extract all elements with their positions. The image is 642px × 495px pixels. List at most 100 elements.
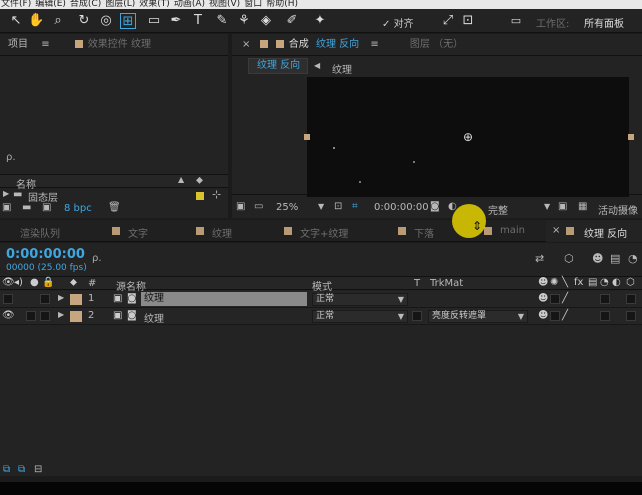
draft-3d-icon[interactable]: ⬡	[564, 252, 574, 265]
lock-column-icon[interactable]: 🔒	[42, 277, 54, 289]
flowchart-icon[interactable]: ⊹	[212, 188, 221, 201]
tab-effect-controls[interactable]: 效果控件 纹理	[88, 39, 151, 50]
collapse-switch[interactable]	[550, 311, 560, 321]
effect-switch-icon[interactable]: fx	[574, 277, 583, 289]
brush-tool-icon[interactable]: ✎	[214, 13, 230, 29]
comp-panel-menu-icon[interactable]: ≡	[370, 39, 378, 50]
3d-switch-icon[interactable]: ⬡	[626, 277, 635, 289]
blend-mode-dropdown[interactable]: 正常 ▼	[312, 310, 408, 323]
eraser-tool-icon[interactable]: ◈	[258, 13, 274, 29]
toggle-grid-icon[interactable]: ▦	[578, 201, 587, 212]
zoom-dropdown[interactable]: 25%	[276, 202, 298, 213]
layer-name-field[interactable]: 纹理	[141, 292, 307, 306]
lock-toggle[interactable]	[40, 294, 50, 304]
menu-file[interactable]: 文件(F)	[1, 0, 31, 9]
quality-switch-icon[interactable]: ╲	[562, 277, 568, 289]
toggle-switches-icon[interactable]: ⧉	[3, 464, 10, 475]
breadcrumb-active[interactable]: 纹理 反向	[248, 58, 308, 74]
timeline-timecode[interactable]: 0:00:00:00	[6, 247, 85, 262]
adjustment-switch-icon[interactable]: ◐	[612, 277, 621, 289]
3d-layer-switch[interactable]	[626, 311, 636, 321]
label-tag-icon[interactable]: ⬥	[196, 175, 203, 186]
project-item-folder[interactable]: ▶ ▬ 固态层	[0, 189, 228, 204]
layer-label-color[interactable]	[70, 294, 82, 305]
collapse-switch-icon[interactable]: ✺	[550, 277, 558, 289]
trash-icon[interactable]: 🗑	[108, 202, 121, 213]
composition-viewer[interactable]: ⊕	[307, 77, 629, 197]
tab-text-texture[interactable]: 文字+纹理	[300, 225, 348, 240]
quality-switch-icon[interactable]: ╱	[562, 310, 568, 322]
tab-fall[interactable]: 下落	[414, 225, 434, 240]
close-comp-tab-icon[interactable]: ×	[242, 39, 250, 50]
expand-triangle-icon[interactable]: ▶	[3, 189, 9, 198]
tab-composition[interactable]: 合成	[289, 39, 309, 50]
layer-row[interactable]: ▶ 1 ▣ ◙ 纹理 正常 ▼ ☻ ╱	[0, 291, 642, 308]
timeline-search-input[interactable]: ρ.	[92, 253, 102, 264]
camera-dropdown[interactable]: 活动摄像	[598, 202, 638, 217]
label-column-icon[interactable]: ⬥	[70, 277, 77, 289]
bit-depth-button[interactable]: 8 bpc	[64, 203, 92, 214]
snap-checkbox[interactable]: ✓ 对齐	[382, 15, 414, 30]
motion-blur-switch[interactable]	[600, 294, 610, 304]
menu-view[interactable]: 视图(V)	[209, 0, 240, 9]
3d-layer-switch[interactable]	[626, 294, 636, 304]
collapse-switch[interactable]	[550, 294, 560, 304]
project-search-input[interactable]: ρ.	[6, 152, 16, 163]
layer-row[interactable]: 👁 ▶ 2 ▣ ◙ 纹理 正常 ▼ 亮度反转遮罩 ▼ ☻ ╱	[0, 308, 642, 325]
monitor-icon[interactable]: ▭	[254, 201, 263, 212]
solo-icon[interactable]: ●	[30, 277, 39, 289]
shy-switch-icon[interactable]: ☻	[538, 310, 548, 322]
workspace-dropdown[interactable]: 所有面板	[584, 15, 624, 30]
snap-edge-icon[interactable]: ⤢	[440, 13, 456, 29]
quality-switch-icon[interactable]: ╱	[562, 293, 568, 305]
region-of-interest-icon[interactable]: ⊡	[334, 201, 342, 212]
motion-blur-switch-icon[interactable]: ◔	[600, 277, 609, 289]
panel-menu-icon[interactable]: ≡	[41, 39, 49, 50]
close-tab-icon[interactable]: ×	[552, 225, 560, 236]
workspace-icon[interactable]: ▭	[508, 13, 524, 29]
column-trkmat[interactable]: TrkMat	[430, 278, 463, 289]
clone-stamp-icon[interactable]: ⚘	[236, 13, 252, 29]
motion-blur-switch[interactable]	[600, 311, 610, 321]
sort-up-icon[interactable]: ▲	[178, 175, 184, 184]
tab-main[interactable]: main	[500, 225, 525, 236]
puppet-tool-icon[interactable]: ✦	[312, 13, 328, 29]
visibility-toggle[interactable]	[3, 294, 13, 304]
comp-timecode[interactable]: 0:00:00:00	[374, 202, 429, 213]
type-tool-icon[interactable]: T	[190, 13, 206, 29]
trkmat-dropdown[interactable]: 亮度反转遮罩 ▼	[428, 310, 528, 323]
rotate-tool-icon[interactable]: ↻	[76, 13, 92, 29]
layer-name[interactable]: 纹理	[144, 310, 164, 325]
tab-active[interactable]: × 纹理 反向	[546, 220, 642, 242]
quality-dropdown[interactable]: 完整	[488, 202, 508, 217]
rectangle-tool-icon[interactable]: ▭	[146, 13, 162, 29]
toggle-modes-icon[interactable]: ⧉	[18, 464, 25, 475]
layer-label-color[interactable]	[70, 311, 82, 322]
hand-tool-icon[interactable]: ✋	[28, 13, 44, 29]
shy-layers-icon[interactable]: ☻	[592, 252, 603, 265]
interpret-footage-icon[interactable]: ▣	[2, 202, 11, 213]
pen-tool-icon[interactable]: ✒	[168, 13, 184, 29]
tab-layer[interactable]: 图层 （无）	[410, 39, 463, 50]
column-number[interactable]: #	[88, 278, 96, 289]
menu-layer[interactable]: 图层(L)	[105, 0, 135, 9]
frame-blend-switch-icon[interactable]: ▤	[588, 277, 597, 289]
tab-texture[interactable]: 纹理	[212, 225, 232, 240]
menu-animation[interactable]: 动画(A)	[174, 0, 205, 9]
blend-mode-dropdown[interactable]: 正常 ▼	[312, 293, 408, 306]
roto-brush-icon[interactable]: ✐	[284, 13, 300, 29]
video-eye-icon[interactable]: 👁	[2, 277, 15, 289]
transparency-grid-icon[interactable]: ⌗	[352, 201, 358, 212]
left-handle[interactable]	[304, 134, 310, 140]
tab-text[interactable]: 文字	[128, 225, 148, 240]
snapshot-icon[interactable]: ◙	[430, 201, 440, 212]
pan-behind-tool-icon[interactable]: ⊞	[120, 13, 136, 29]
layer-expand-icon[interactable]: ▶	[58, 310, 64, 319]
tab-render-queue[interactable]: 渲染队列	[20, 225, 60, 240]
comp-mini-flowchart-icon[interactable]: ⇄	[535, 252, 544, 265]
layer-expand-icon[interactable]: ▶	[58, 293, 64, 302]
right-handle[interactable]	[628, 134, 634, 140]
lock-toggle[interactable]	[40, 311, 50, 321]
frame-blending-icon[interactable]: ▤	[610, 252, 620, 265]
shy-switch-icon[interactable]: ☻	[538, 277, 548, 289]
